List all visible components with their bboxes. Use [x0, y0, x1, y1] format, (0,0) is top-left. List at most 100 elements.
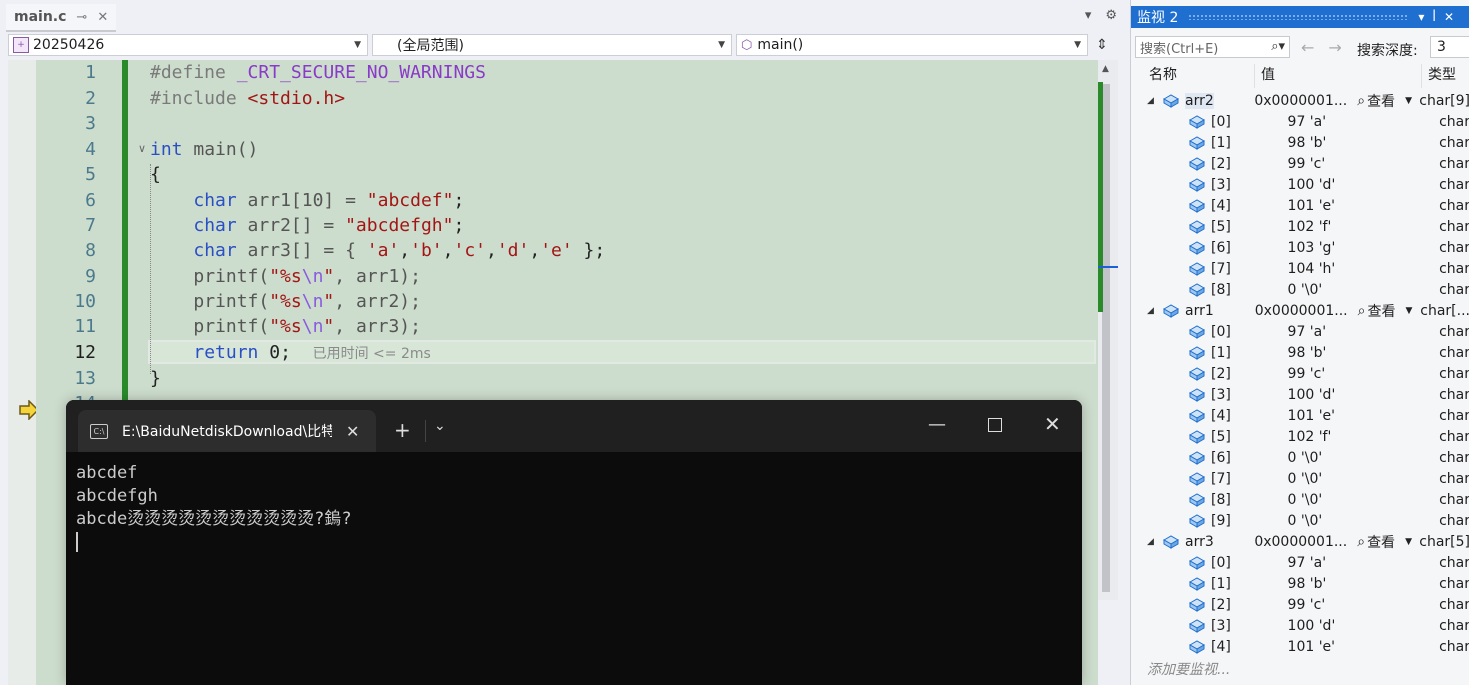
watch-child-row[interactable]: [1] 98 'b' char: [1143, 342, 1469, 363]
column-type-header[interactable]: 类型: [1421, 64, 1456, 88]
watch-child-row[interactable]: [1] 98 'b' char: [1143, 573, 1469, 594]
watch-child-row[interactable]: [4] 101 'e' char: [1143, 405, 1469, 426]
view-button[interactable]: ⌕ 查看 ▼: [1357, 532, 1412, 552]
watch-child-row[interactable]: [2] 99 'c' char: [1143, 153, 1469, 174]
watch-child-row[interactable]: [3] 100 'd' char: [1143, 174, 1469, 195]
variable-icon: [1189, 555, 1205, 570]
variable-icon: [1189, 513, 1205, 528]
editor-vertical-scrollbar[interactable]: ▲: [1098, 60, 1118, 600]
variable-icon: [1189, 198, 1205, 213]
watch-child-row[interactable]: [5] 102 'f' char: [1143, 216, 1469, 237]
glyph-margin[interactable]: [8, 60, 40, 685]
watch-child-row[interactable]: [0] 97 'a' char: [1143, 552, 1469, 573]
pin-icon[interactable]: ⊸: [76, 10, 87, 25]
search-icon[interactable]: ⌕▾: [1271, 39, 1285, 54]
element-index: [3]: [1211, 176, 1231, 193]
watch-row[interactable]: ◢ arr1 0x0000001... ⌕ 查看 ▼ char[...: [1143, 300, 1469, 321]
watch-child-row[interactable]: [7] 104 'h' char: [1143, 258, 1469, 279]
variable-icon: [1189, 387, 1205, 402]
watch-child-row[interactable]: [8] 0 '\0' char: [1143, 279, 1469, 300]
maximize-icon[interactable]: [988, 418, 1002, 432]
code-line-7: char arr2[] = "abcdefgh";: [193, 215, 465, 236]
watch-child-row[interactable]: [6] 103 'g' char: [1143, 237, 1469, 258]
element-type: char: [1439, 596, 1469, 613]
back-arrow-icon[interactable]: ←: [1301, 38, 1328, 57]
watch-child-row[interactable]: [1] 98 'b' char: [1143, 132, 1469, 153]
split-window-icon[interactable]: ⇕: [1092, 34, 1112, 56]
element-type: char: [1439, 491, 1469, 508]
chevron-down-icon: ▼: [354, 40, 361, 50]
line-number: 6: [85, 190, 96, 211]
view-button[interactable]: ⌕ 查看 ▼: [1358, 301, 1413, 321]
forward-arrow-icon[interactable]: →: [1328, 38, 1355, 57]
watch-child-row[interactable]: [5] 102 'f' char: [1143, 426, 1469, 447]
watch-child-row[interactable]: [8] 0 '\0' char: [1143, 489, 1469, 510]
element-value: 101 'e': [1287, 197, 1336, 214]
watch-child-row[interactable]: [0] 97 'a' char: [1143, 111, 1469, 132]
element-index: [1]: [1211, 344, 1231, 361]
watch-child-row[interactable]: [0] 97 'a' char: [1143, 321, 1469, 342]
expand-triangle-icon[interactable]: ◢: [1147, 96, 1159, 106]
variable-icon: [1189, 450, 1205, 465]
element-index: [8]: [1211, 281, 1231, 298]
close-tab-icon[interactable]: ✕: [346, 422, 359, 441]
variable-icon: [1189, 492, 1205, 507]
watch-panel-title: 监视 2: [1137, 10, 1179, 26]
element-index: [0]: [1211, 323, 1231, 340]
chevron-down-icon[interactable]: ⌄: [434, 418, 446, 434]
watch-child-row[interactable]: [4] 101 'e' char: [1143, 195, 1469, 216]
element-type: char: [1439, 218, 1469, 235]
chevron-down-icon: ▼: [1405, 95, 1412, 106]
chevron-down-icon: ▼: [1405, 305, 1413, 316]
tab-main-c[interactable]: main.c ⊸ ✕: [6, 4, 117, 32]
terminal-output[interactable]: abcdef abcdefgh abcde烫烫烫烫烫烫烫烫烫烫烫?鎢?: [76, 462, 352, 554]
watch-row[interactable]: ◢ arr3 0x0000001... ⌕ 查看 ▼ char[5]: [1143, 531, 1469, 552]
column-value-header[interactable]: 值: [1254, 64, 1421, 88]
watch-child-row[interactable]: [3] 100 'd' char: [1143, 615, 1469, 636]
close-icon[interactable]: ✕: [97, 10, 108, 25]
add-watch-input[interactable]: 添加要监视...: [1147, 659, 1230, 679]
project-dropdown[interactable]: + 20250426 ▼: [8, 34, 368, 56]
chevron-down-icon: ▼: [718, 40, 725, 50]
drag-grip[interactable]: [1188, 14, 1409, 20]
panel-dropdown-icon[interactable]: ▾: [1418, 10, 1432, 24]
scrollbar-thumb[interactable]: [1102, 84, 1110, 592]
watch-row[interactable]: ◢ arr2 0x0000001... ⌕ 查看 ▼ char[9]: [1143, 90, 1469, 111]
watch-child-row[interactable]: [7] 0 '\0' char: [1143, 468, 1469, 489]
terminal-tab[interactable]: C:\ E:\BaiduNetdiskDownload\比特 ✕: [78, 410, 376, 452]
terminal-window[interactable]: C:\ E:\BaiduNetdiskDownload\比特 ✕ + ⌄ — ✕…: [66, 400, 1082, 685]
watch-search-input[interactable]: 搜索(Ctrl+E) ⌕▾: [1135, 36, 1290, 58]
line-number: 3: [85, 113, 96, 134]
element-type: char: [1439, 239, 1469, 256]
variable-icon: [1189, 597, 1205, 612]
watch-child-row[interactable]: [6] 0 '\0' char: [1143, 447, 1469, 468]
function-dropdown[interactable]: ⬡ main() ▼: [736, 34, 1088, 56]
new-tab-icon[interactable]: +: [394, 418, 411, 442]
terminal-titlebar[interactable]: C:\ E:\BaiduNetdiskDownload\比特 ✕ + ⌄ — ✕: [66, 400, 1082, 452]
column-name-header[interactable]: 名称: [1143, 64, 1254, 88]
element-index: [8]: [1211, 491, 1231, 508]
search-depth-dropdown[interactable]: 3: [1430, 36, 1469, 58]
element-type: char: [1439, 281, 1469, 298]
view-button[interactable]: ⌕ 查看 ▼: [1357, 91, 1412, 111]
watch-panel-titlebar[interactable]: 监视 2 ▾ꟾ✕: [1131, 6, 1469, 28]
settings-icon[interactable]: ⚙: [1105, 8, 1117, 23]
minimize-icon[interactable]: —: [928, 414, 946, 435]
close-window-icon[interactable]: ✕: [1044, 412, 1061, 436]
close-icon[interactable]: ✕: [1444, 10, 1462, 24]
scroll-up-icon[interactable]: ▲: [1102, 64, 1109, 74]
watch-child-row[interactable]: [4] 101 'e' char: [1143, 636, 1469, 657]
element-index: [5]: [1211, 218, 1231, 235]
scope-dropdown[interactable]: (全局范围) ▼: [372, 34, 732, 56]
watch-child-row[interactable]: [2] 99 'c' char: [1143, 594, 1469, 615]
pin-icon[interactable]: ꟾ: [1432, 10, 1444, 24]
expand-triangle-icon[interactable]: ◢: [1147, 537, 1159, 547]
watch-child-row[interactable]: [3] 100 'd' char: [1143, 384, 1469, 405]
collapse-chevron-icon[interactable]: ∨: [138, 142, 146, 155]
variable-icon: [1189, 177, 1205, 192]
watch-child-row[interactable]: [2] 99 'c' char: [1143, 363, 1469, 384]
tab-dropdown-icon[interactable]: ▾: [1085, 8, 1092, 23]
expand-triangle-icon[interactable]: ◢: [1147, 306, 1159, 316]
watch-child-row[interactable]: [9] 0 '\0' char: [1143, 510, 1469, 531]
console-icon: C:\: [90, 423, 108, 439]
